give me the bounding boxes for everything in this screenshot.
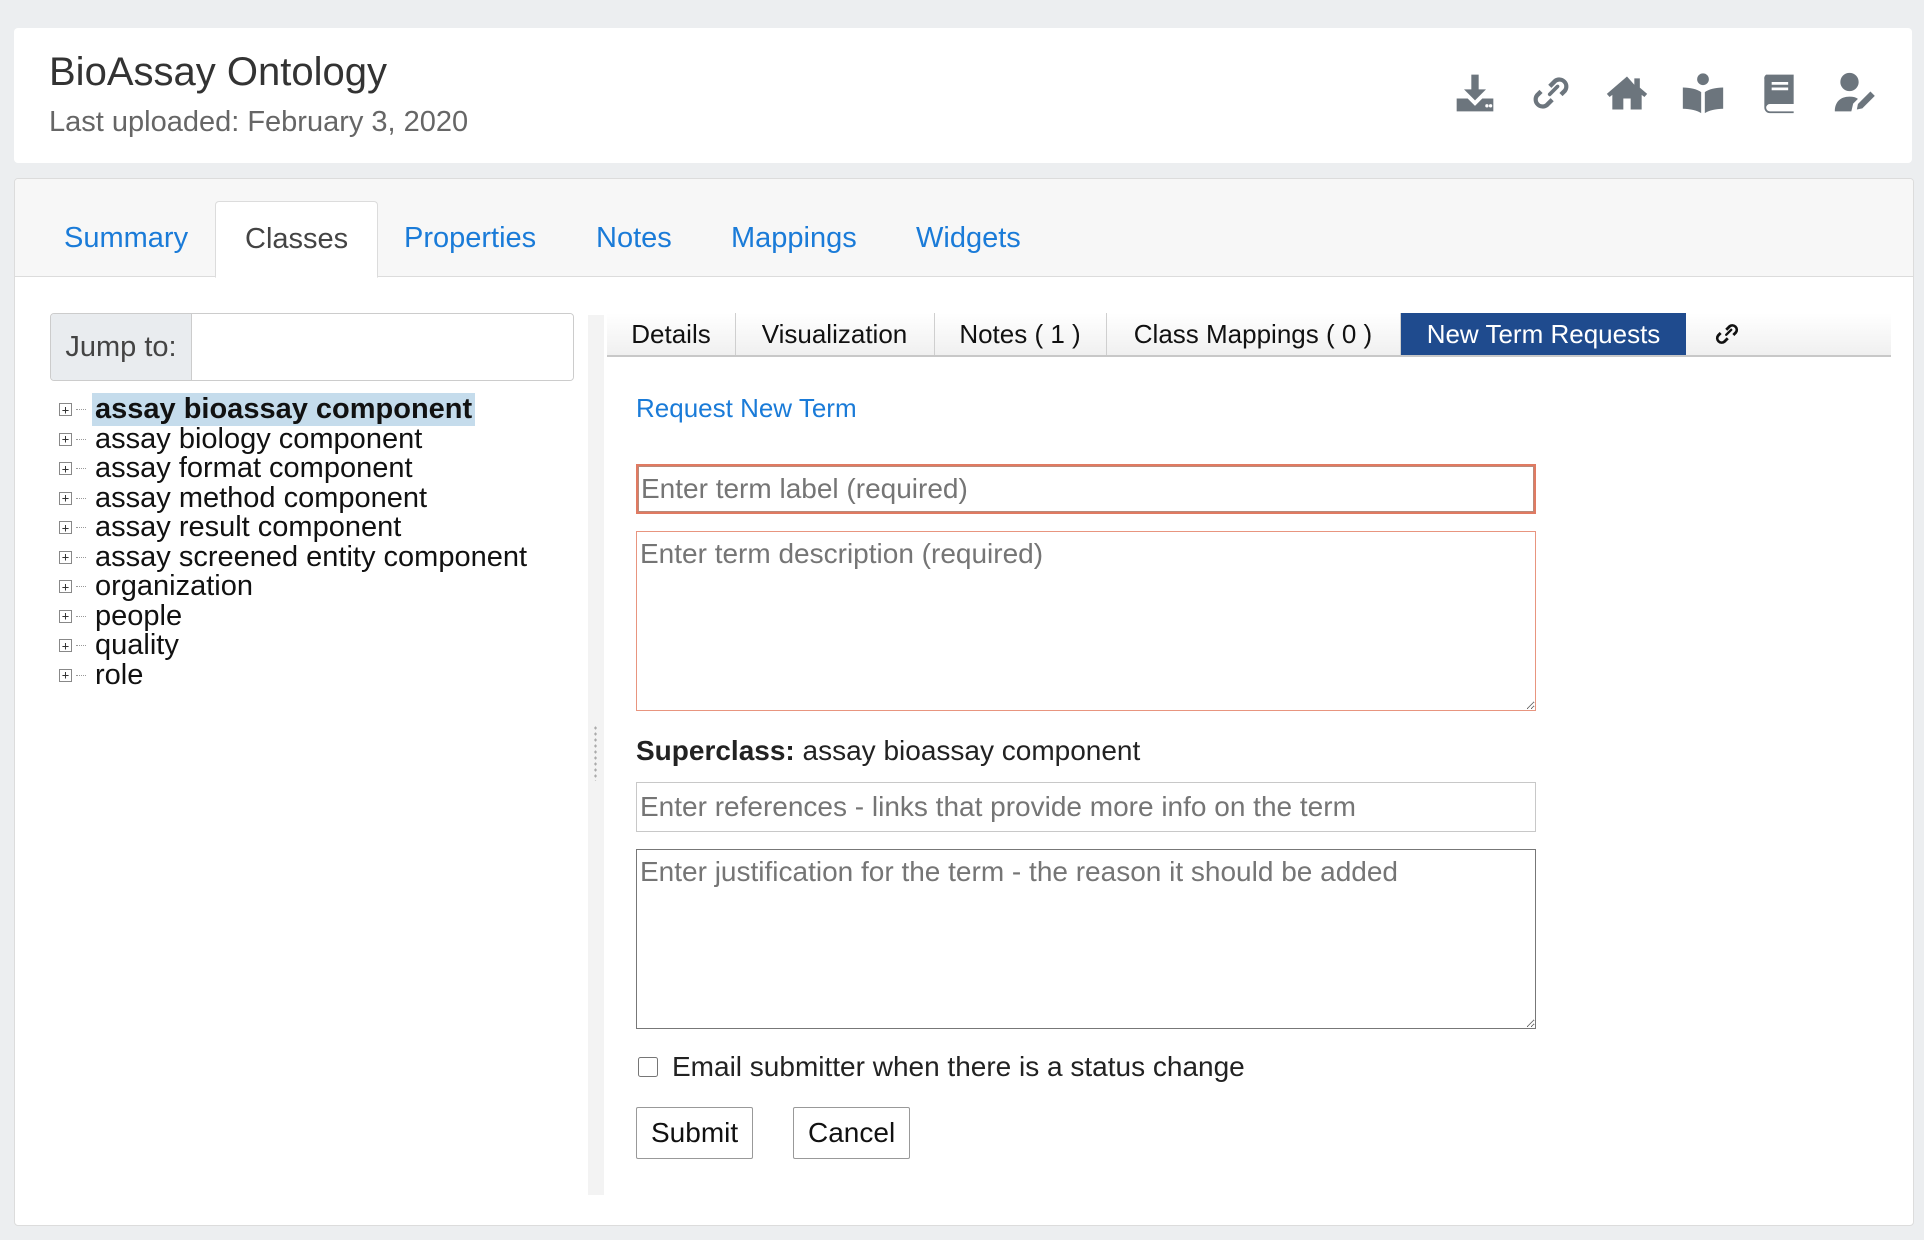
superclass-label: Superclass: [636,735,795,766]
last-uploaded-text: Last uploaded: February 3, 2020 [49,106,469,138]
term-description-textarea[interactable] [636,531,1536,711]
expand-icon[interactable]: + [59,668,72,682]
jump-to-input[interactable] [192,314,573,380]
home-button[interactable] [1604,70,1650,116]
tree-item-label[interactable]: organization [92,570,256,603]
expand-icon[interactable]: + [59,462,72,476]
tree-item-label[interactable]: assay screened entity component [92,541,530,574]
subtab-visualization[interactable]: Visualization [735,313,935,355]
tree-connector [76,645,86,647]
ontology-tabs: Summary Classes Properties Notes Mapping… [15,179,1913,278]
documentation-button[interactable] [1756,70,1802,116]
tree-connector [76,527,86,529]
tree-connector [76,468,86,470]
subtab-notes[interactable]: Notes ( 1 ) [934,313,1107,355]
splitter-grip[interactable] [593,725,599,781]
ontology-content-panel: Summary Classes Properties Notes Mapping… [14,178,1914,1226]
tree-item[interactable]: + assay result component [59,511,530,544]
user-edit-button[interactable] [1832,70,1878,116]
tab-notes[interactable]: Notes [596,201,672,276]
justification-textarea[interactable] [636,849,1536,1029]
references-input[interactable] [636,782,1536,832]
tab-classes[interactable]: Classes [215,201,379,278]
email-submitter-checkbox[interactable] [638,1057,658,1077]
tab-mappings[interactable]: Mappings [731,201,857,276]
expand-icon[interactable]: + [59,639,72,653]
download-icon [1456,74,1494,112]
reader-icon [1682,73,1724,114]
download-button[interactable] [1452,70,1498,116]
tree-item-label[interactable]: assay method component [92,482,430,515]
expand-icon[interactable]: + [59,491,72,505]
tree-item[interactable]: + people [59,600,530,633]
expand-icon[interactable]: + [59,521,72,535]
expand-icon[interactable]: + [59,550,72,564]
submit-button[interactable]: Submit [636,1107,754,1159]
tree-connector [76,409,86,411]
link-icon [1533,77,1569,109]
tree-item-label[interactable]: role [92,659,146,692]
tree-item[interactable]: + assay format component [59,452,530,485]
request-new-term-link[interactable]: Request New Term [636,393,857,424]
class-permalink-button[interactable] [1702,313,1752,355]
expand-icon[interactable]: + [59,432,72,446]
tree-item[interactable]: + organization [59,570,530,603]
cancel-button[interactable]: Cancel [793,1107,911,1159]
tab-widgets[interactable]: Widgets [916,201,1021,276]
tree-item[interactable]: + assay biology component [59,423,530,456]
tree-item-label[interactable]: assay format component [92,452,416,485]
tree-item[interactable]: + assay method component [59,482,530,515]
expand-icon[interactable]: + [59,403,72,417]
link-icon [1715,324,1739,344]
tree-connector [76,438,86,440]
email-submitter-label: Email submitter when there is a status c… [672,1051,1245,1082]
tree-item[interactable]: + assay bioassay component [59,393,530,427]
tree-item-label[interactable]: quality [92,629,182,662]
jump-to-group: Jump to: [50,313,574,381]
ontology-header: BioAssay Ontology Last uploaded: Februar… [14,28,1912,163]
class-tree: + assay bioassay component + assay biology … [59,393,530,692]
tree-item-label[interactable]: assay result component [92,511,404,544]
tree-item[interactable]: + quality [59,629,530,662]
page-title: BioAssay Ontology [49,50,387,94]
subtab-details[interactable]: Details [607,313,736,355]
class-detail-tabs: Details Visualization Notes ( 1 ) Class … [607,313,1891,357]
tab-properties[interactable]: Properties [404,201,536,276]
tree-item[interactable]: + role [59,659,530,692]
subtab-class-mappings[interactable]: Class Mappings ( 0 ) [1106,313,1401,355]
superclass-text: Superclass: assay bioassay component [636,735,1140,767]
tree-item-label[interactable]: assay bioassay component [92,393,476,427]
tree-connector [76,556,86,558]
tree-connector [76,586,86,588]
email-submitter-option[interactable]: Email submitter when there is a status c… [636,1051,1245,1083]
home-icon [1606,76,1648,110]
tree-connector [76,674,86,676]
tab-summary[interactable]: Summary [64,201,188,276]
tree-item-label[interactable]: people [92,600,185,633]
tree-connector [76,497,86,499]
user-edit-icon [1834,72,1875,112]
permalink-button[interactable] [1528,70,1574,116]
jump-to-label: Jump to: [51,314,192,380]
tree-connector [76,615,86,617]
header-actions [1452,70,1878,116]
book-icon [1764,74,1794,114]
subtab-new-term-requests[interactable]: New Term Requests [1401,313,1686,355]
expand-icon[interactable]: + [59,609,72,623]
superclass-value: assay bioassay component [794,735,1141,766]
tree-item-label[interactable]: assay biology component [92,423,425,456]
expand-icon[interactable]: + [59,580,72,594]
term-label-input[interactable] [636,464,1536,514]
reader-button[interactable] [1680,70,1726,116]
pane-splitter[interactable] [588,315,604,1195]
tree-item[interactable]: + assay screened entity component [59,541,530,574]
